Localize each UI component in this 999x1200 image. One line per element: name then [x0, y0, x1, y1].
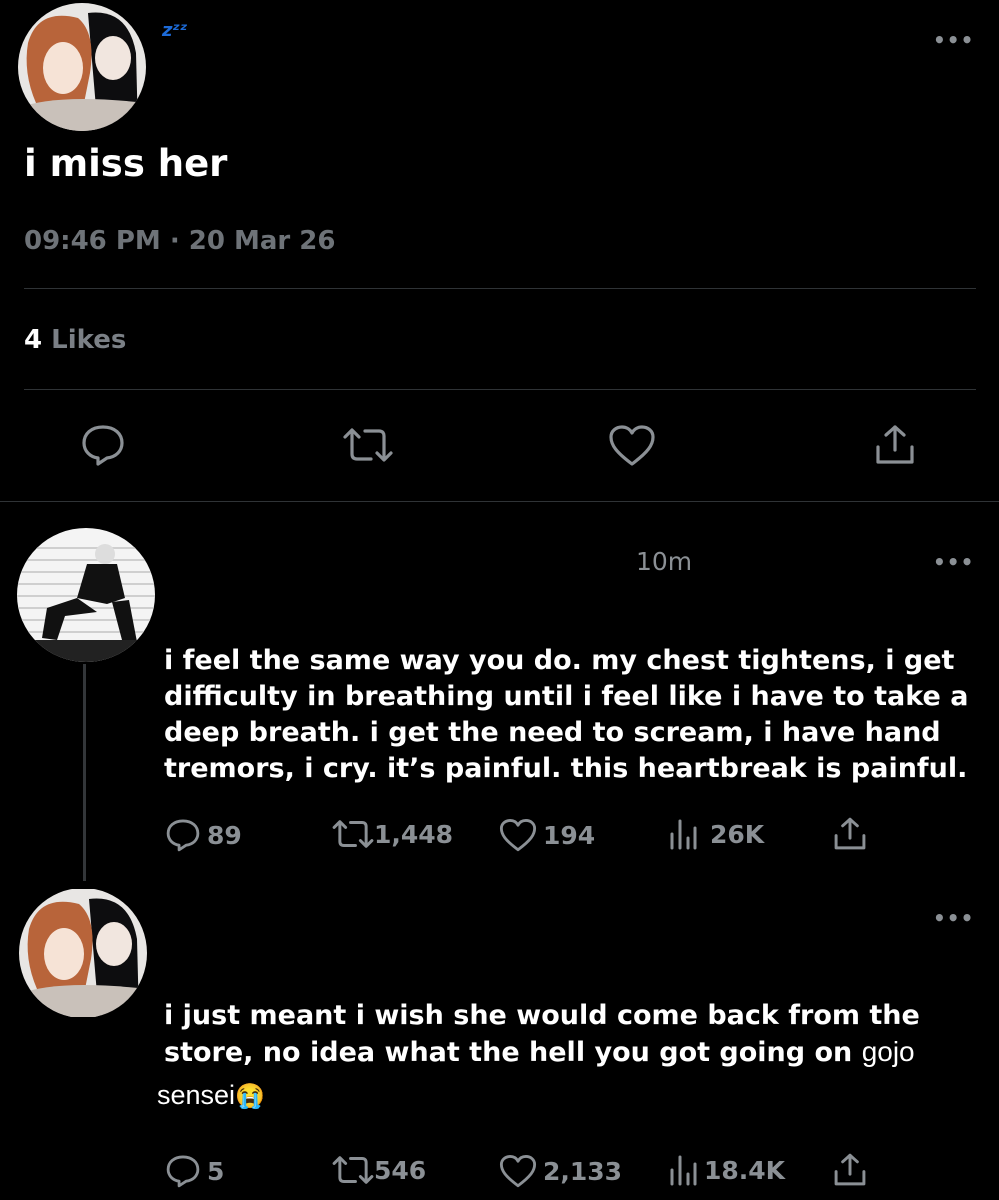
avatar[interactable]: [17, 528, 155, 662]
reply-text-line: i just meant i wish she would come back …: [164, 1000, 920, 1031]
reply-text-line: i feel the same way you do. my chest tig…: [164, 645, 955, 676]
zzz-emoji: zᶻᶻ: [162, 20, 188, 41]
avatar[interactable]: [19, 888, 147, 1018]
crying-emoji: 😭: [235, 1083, 265, 1110]
reply-icon: [165, 1154, 201, 1188]
reply-count[interactable]: 89: [165, 818, 242, 852]
like-icon: [499, 818, 537, 853]
like-count[interactable]: 2,133: [499, 1154, 622, 1189]
handwritten-text: gojo: [861, 1036, 915, 1067]
retweet-count-value: 1,448: [374, 819, 454, 849]
like-count[interactable]: 194: [499, 818, 595, 853]
reply-count-value: 89: [207, 820, 242, 850]
share-icon[interactable]: [832, 816, 868, 852]
likes-label: Likes: [51, 325, 127, 355]
view-count[interactable]: 26K: [668, 818, 764, 850]
reply-icon[interactable]: [80, 424, 126, 466]
divider: [24, 288, 976, 289]
reply-count-value: 5: [207, 1156, 225, 1186]
divider: [0, 501, 999, 502]
reply-time: 10m: [636, 547, 693, 576]
more-icon[interactable]: •••: [933, 28, 974, 52]
views-icon: [668, 818, 698, 850]
avatar[interactable]: [18, 3, 146, 131]
thread-line: [83, 664, 86, 881]
tweet-date: 20 Mar 26: [188, 226, 336, 256]
share-icon[interactable]: [832, 1152, 868, 1188]
more-icon[interactable]: •••: [933, 906, 974, 930]
divider: [24, 389, 976, 390]
reply-icon: [165, 818, 201, 852]
retweet-count[interactable]: 1,448: [330, 818, 453, 850]
views-icon: [668, 1154, 698, 1186]
share-icon[interactable]: [873, 423, 917, 467]
reply-text-line: difficulty in breathing until i feel lik…: [164, 681, 969, 712]
handwritten-line: sensei😭: [157, 1080, 265, 1111]
reply-text-line: store, no idea what the hell you got goi…: [164, 1037, 853, 1068]
like-count-value: 2,133: [543, 1157, 623, 1186]
separator: ·: [169, 226, 180, 256]
reply-text-line: deep breath. i get the need to scream, i…: [164, 717, 941, 748]
reply-text-line: tremors, i cry. it’s painful. this heart…: [164, 753, 968, 784]
tweet-timestamp[interactable]: 09:46 PM · 20 Mar 26: [24, 226, 335, 256]
likes-count: 4: [24, 325, 43, 355]
tweet-text: i miss her: [24, 142, 228, 185]
reply-count[interactable]: 5: [165, 1154, 224, 1188]
view-count[interactable]: 18.4K: [668, 1154, 785, 1186]
tweet-time: 09:46 PM: [24, 226, 161, 256]
like-count-value: 194: [543, 821, 596, 850]
like-icon: [499, 1154, 537, 1189]
retweet-count[interactable]: 546: [330, 1154, 426, 1186]
retweet-icon: [330, 1154, 376, 1186]
view-count-value: 18.4K: [704, 1155, 786, 1185]
handwritten-text: sensei: [157, 1080, 236, 1110]
likes-summary[interactable]: 4 Likes: [24, 325, 126, 355]
more-icon[interactable]: •••: [933, 550, 974, 574]
reply-text-line-2: store, no idea what the hell you got goi…: [164, 1034, 920, 1071]
reply-text: i just meant i wish she would come back …: [164, 998, 920, 1071]
like-icon[interactable]: [608, 424, 656, 468]
retweet-count-value: 546: [374, 1155, 427, 1185]
retweet-icon: [330, 818, 376, 850]
retweet-icon[interactable]: [340, 426, 396, 464]
view-count-value: 26K: [710, 819, 765, 849]
reply-text: i feel the same way you do. my chest tig…: [164, 643, 968, 787]
